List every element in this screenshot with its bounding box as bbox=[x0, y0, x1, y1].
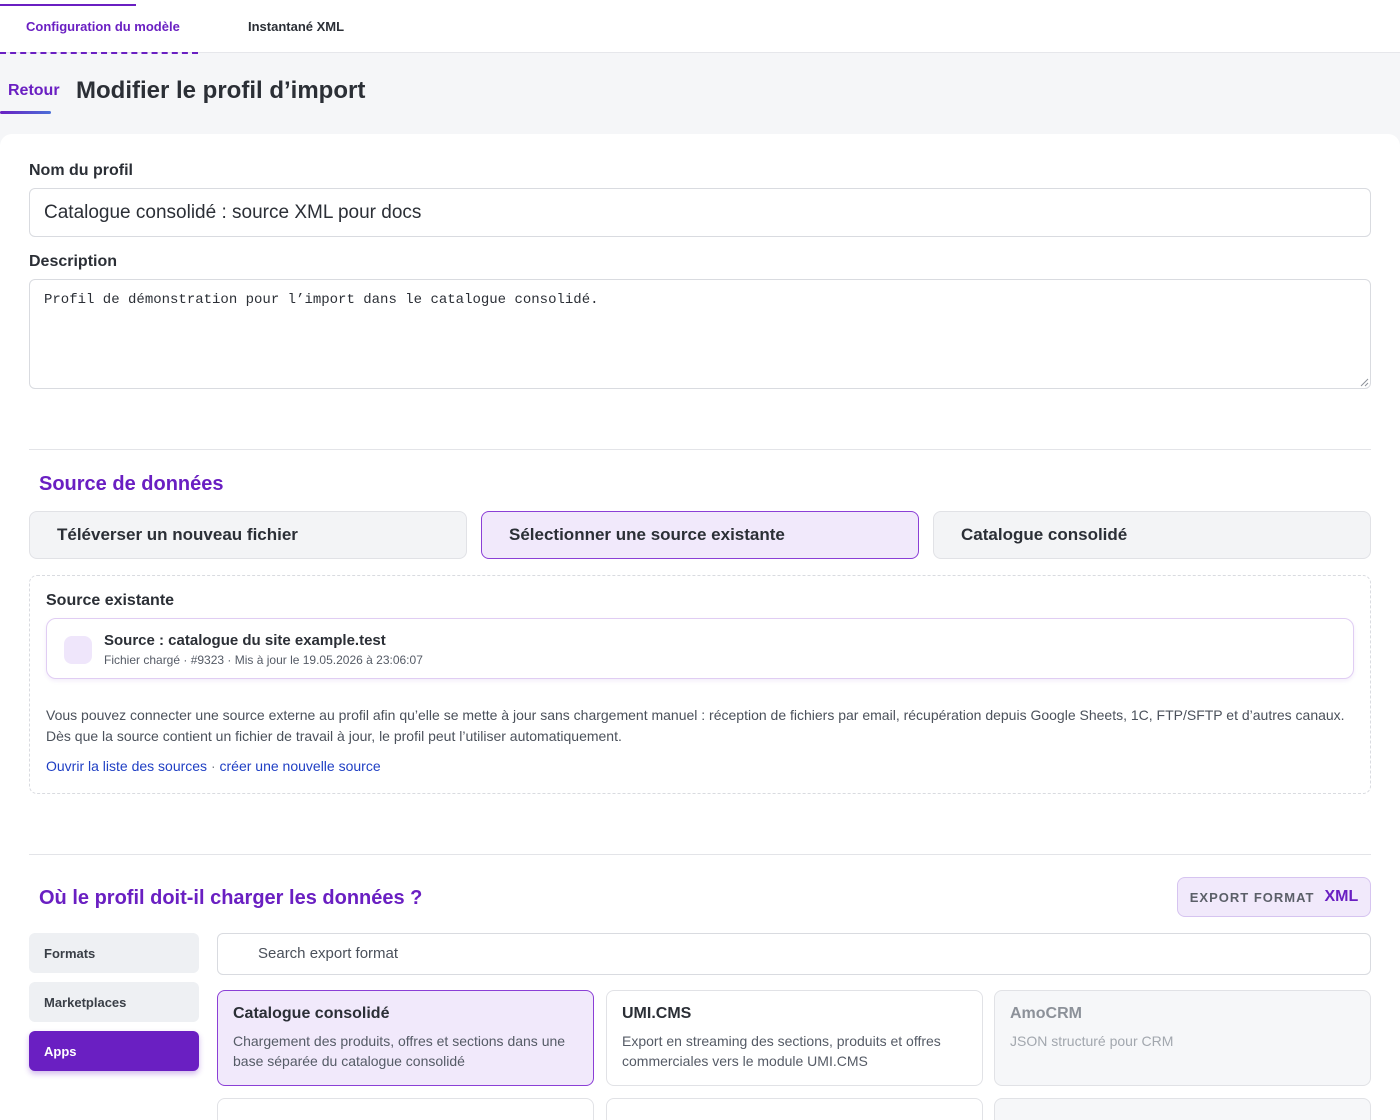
top-tab-bar: Configuration du modèle Instantané XML bbox=[0, 0, 1400, 54]
profile-name-label: Nom du profil bbox=[29, 162, 133, 179]
profile-name-input[interactable]: Catalogue consolidé : source XML pour do… bbox=[29, 188, 1371, 237]
source-links: Ouvrir la liste des sources · créer une … bbox=[46, 758, 381, 774]
upload-new-file-button[interactable]: Téléverser un nouveau fichier bbox=[29, 511, 467, 559]
format-description: Chargement des produits, offres et secti… bbox=[233, 1033, 566, 1069]
format-name: UMI.CMS bbox=[622, 1005, 692, 1022]
button-label: Sélectionner une source existante bbox=[509, 525, 785, 544]
tab-label: Instantané XML bbox=[248, 19, 345, 34]
tab-label: Configuration du modèle bbox=[26, 19, 180, 34]
back-link[interactable]: Retour bbox=[8, 82, 60, 100]
page-title: Modifier le profil d’import bbox=[76, 77, 366, 104]
section-divider bbox=[29, 854, 1371, 855]
category-apps[interactable]: Apps bbox=[29, 1031, 199, 1071]
button-label: Catalogue consolidé bbox=[961, 525, 1128, 544]
format-card-umi-cms[interactable]: UMI.CMS Export en streaming des sections… bbox=[606, 990, 983, 1086]
category-label: Marketplaces bbox=[44, 994, 127, 1010]
selected-source-item[interactable]: Source : catalogue du site example.test … bbox=[46, 618, 1354, 679]
format-card-partial[interactable] bbox=[217, 1098, 594, 1120]
back-link-underline bbox=[0, 111, 51, 114]
source-meta: Fichier chargé · #9323 · Mis à jour le 1… bbox=[104, 653, 423, 667]
source-help-text: Vous pouvez connecter une source externe… bbox=[46, 707, 1345, 744]
create-new-source-link[interactable]: créer une nouvelle source bbox=[220, 758, 381, 774]
format-card-consolidated-catalog[interactable]: Catalogue consolidé Chargement des produ… bbox=[217, 990, 594, 1086]
existing-source-label: Source existante bbox=[46, 592, 175, 609]
consolidated-catalog-button[interactable]: Catalogue consolidé bbox=[933, 511, 1371, 559]
description-textarea[interactable]: Profil de démonstration pour l’import da… bbox=[29, 279, 1371, 389]
data-source-title: Source de données bbox=[39, 473, 224, 495]
format-name: AmoCRM bbox=[1010, 1005, 1082, 1022]
format-card-amocrm: AmoCRM JSON structuré pour CRM bbox=[994, 990, 1371, 1086]
section-divider bbox=[29, 449, 1371, 450]
resize-grip-icon[interactable] bbox=[1360, 378, 1369, 387]
link-separator: · bbox=[207, 758, 220, 774]
button-label: Téléverser un nouveau fichier bbox=[57, 525, 298, 544]
tab-xml-snapshot[interactable]: Instantané XML bbox=[248, 0, 344, 53]
format-description: JSON structuré pour CRM bbox=[1010, 1033, 1174, 1049]
format-name: Catalogue consolidé bbox=[233, 1005, 390, 1022]
format-description: Export en streaming des sections, produi… bbox=[622, 1033, 941, 1069]
export-format-key: EXPORT FORMAT bbox=[1189, 889, 1315, 905]
description-label: Description bbox=[29, 253, 118, 270]
open-sources-list-link[interactable]: Ouvrir la liste des sources bbox=[46, 758, 207, 774]
export-format-badge[interactable]: EXPORT FORMAT XML bbox=[1177, 877, 1371, 917]
tab-model-configuration[interactable]: Configuration du modèle bbox=[0, 0, 198, 54]
export-format-search-input[interactable]: Search export format bbox=[217, 933, 1371, 975]
select-existing-source-button[interactable]: Sélectionner une source existante bbox=[481, 511, 919, 559]
category-label: Formats bbox=[44, 945, 96, 961]
category-marketplaces[interactable]: Marketplaces bbox=[29, 982, 199, 1022]
category-formats[interactable]: Formats bbox=[29, 933, 199, 973]
source-avatar bbox=[64, 636, 92, 664]
export-format-value: XML bbox=[1324, 888, 1359, 905]
destination-title: Où le profil doit-il charger les données… bbox=[39, 887, 423, 909]
format-card-partial[interactable] bbox=[606, 1098, 983, 1120]
source-title: Source : catalogue du site example.test bbox=[104, 632, 386, 649]
category-label: Apps bbox=[44, 1043, 77, 1059]
format-card-partial bbox=[994, 1098, 1371, 1120]
